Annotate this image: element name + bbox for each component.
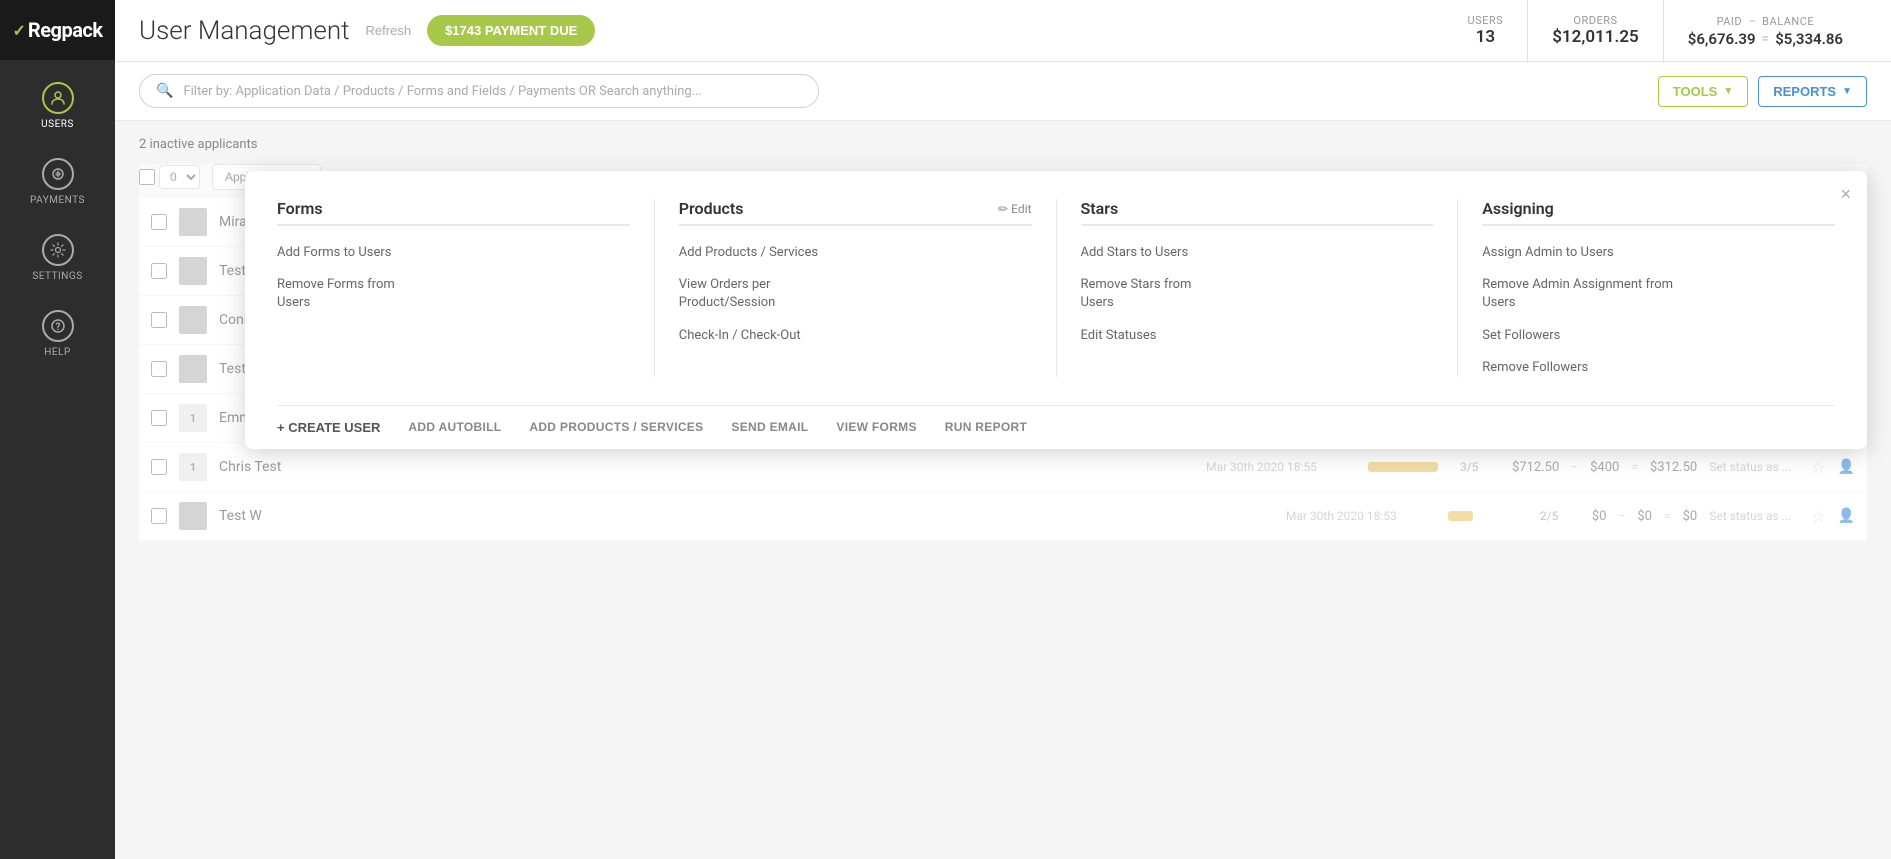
header-stats: USERS 13 ORDERS $12,011.25 PAID − BALANC…: [1443, 0, 1867, 61]
main-content: User Management Refresh $1743 PAYMENT DU…: [115, 0, 1891, 859]
sidebar: ✓ Regpack USERS: [0, 0, 115, 859]
search-bar-area: 🔍 Filter by: Application Data / Products…: [115, 62, 1891, 121]
search-placeholder: Filter by: Application Data / Products /…: [183, 84, 702, 99]
sidebar-logo: ✓ Regpack: [0, 0, 115, 60]
sidebar-nav: USERS PAYMENTS: [0, 68, 115, 372]
help-icon: ?: [42, 310, 74, 342]
remove-admin-item[interactable]: Remove Admin Assignment fromUsers: [1482, 276, 1835, 312]
send-email-button[interactable]: SEND EMAIL: [731, 420, 808, 434]
forms-header: Forms: [277, 199, 630, 226]
assign-admin-item[interactable]: Assign Admin to Users: [1482, 244, 1835, 262]
assigning-column: Assigning Assign Admin to Users Remove A…: [1457, 199, 1835, 377]
stars-column: Stars Add Stars to Users Remove Stars fr…: [1056, 199, 1458, 377]
sidebar-item-help[interactable]: ? HELP: [0, 296, 115, 372]
forms-column: Forms Add Forms to Users Remove Forms fr…: [277, 199, 654, 377]
products-column: Products ✏ Edit Add Products / Services …: [654, 199, 1056, 377]
create-user-button[interactable]: + CREATE USER: [277, 420, 380, 435]
paid-stat: PAID − BALANCE $6,676.39 = $5,334.86: [1663, 0, 1867, 61]
users-stat: USERS 13: [1443, 0, 1527, 61]
assigning-header: Assigning: [1482, 199, 1835, 226]
search-icon: 🔍: [156, 83, 173, 99]
view-orders-item[interactable]: View Orders perProduct/Session: [679, 276, 1032, 312]
edit-pencil-icon: ✏: [998, 202, 1008, 216]
add-products-item[interactable]: Add Products / Services: [679, 244, 1032, 262]
sidebar-item-settings[interactable]: SETTINGS: [0, 220, 115, 296]
add-stars-item[interactable]: Add Stars to Users: [1081, 244, 1434, 262]
sidebar-item-payments[interactable]: PAYMENTS: [0, 144, 115, 220]
orders-stat-label: ORDERS: [1573, 14, 1617, 27]
balance-stat-label: BALANCE: [1762, 15, 1814, 28]
forms-items: Add Forms to Users Remove Forms fromUser…: [277, 244, 630, 313]
users-stat-value: 13: [1476, 27, 1495, 47]
content-area: 2 inactive applicants 0 Application D: [115, 121, 1891, 859]
sidebar-item-label: SETTINGS: [32, 271, 82, 282]
tools-dropdown-arrow: ▼: [1723, 86, 1733, 97]
tools-button[interactable]: TOOLS ▼: [1658, 76, 1748, 107]
sidebar-item-users[interactable]: USERS: [0, 68, 115, 144]
tools-dropdown-panel: × Forms Add Forms to Users Remove Forms …: [245, 171, 1867, 449]
stars-items: Add Stars to Users Remove Stars fromUser…: [1081, 244, 1434, 345]
sidebar-item-label: HELP: [44, 347, 71, 358]
svg-text:?: ?: [55, 322, 60, 333]
remove-forms-item[interactable]: Remove Forms fromUsers: [277, 276, 630, 312]
stars-header: Stars: [1081, 199, 1434, 226]
users-icon: [42, 82, 74, 114]
actions-bar: + CREATE USER ADD AUTOBILL ADD PRODUCTS …: [277, 405, 1835, 449]
sidebar-item-label: USERS: [41, 119, 74, 130]
assigning-items: Assign Admin to Users Remove Admin Assig…: [1482, 244, 1835, 377]
remove-followers-item[interactable]: Remove Followers: [1482, 359, 1835, 377]
users-stat-label: USERS: [1467, 14, 1503, 27]
products-header: Products ✏ Edit: [679, 199, 1032, 226]
header-action-buttons: TOOLS ▼ REPORTS ▼: [1658, 76, 1867, 107]
inactive-label: 2 inactive applicants: [139, 137, 1867, 152]
forms-title: Forms: [277, 199, 323, 218]
assigning-title: Assigning: [1482, 199, 1554, 218]
products-edit-link[interactable]: ✏ Edit: [998, 202, 1031, 216]
remove-stars-item[interactable]: Remove Stars fromUsers: [1081, 276, 1434, 312]
orders-stat: ORDERS $12,011.25: [1527, 0, 1663, 61]
logo-check-icon: ✓: [13, 21, 26, 40]
settings-icon: [42, 234, 74, 266]
products-items: Add Products / Services View Orders perP…: [679, 244, 1032, 345]
products-title: Products: [679, 199, 744, 218]
balance-stat-value: $5,334.86: [1775, 30, 1843, 48]
refresh-button[interactable]: Refresh: [366, 23, 412, 38]
add-forms-item[interactable]: Add Forms to Users: [277, 244, 630, 262]
logo-text: Regpack: [28, 18, 103, 42]
add-products-button[interactable]: ADD PRODUCTS / SERVICES: [529, 420, 703, 434]
search-bar[interactable]: 🔍 Filter by: Application Data / Products…: [139, 74, 819, 108]
page-header: User Management Refresh $1743 PAYMENT DU…: [115, 0, 1891, 62]
sidebar-item-label: PAYMENTS: [30, 195, 85, 206]
run-report-button[interactable]: RUN REPORT: [945, 420, 1027, 434]
checkin-item[interactable]: Check-In / Check-Out: [679, 327, 1032, 345]
payment-due-button[interactable]: $1743 PAYMENT DUE: [427, 15, 595, 46]
close-button[interactable]: ×: [1840, 185, 1851, 203]
edit-statuses-item[interactable]: Edit Statuses: [1081, 327, 1434, 345]
reports-button[interactable]: REPORTS ▼: [1758, 76, 1867, 107]
view-forms-button[interactable]: VIEW FORMS: [836, 420, 916, 434]
reports-dropdown-arrow: ▼: [1842, 86, 1852, 97]
stars-title: Stars: [1081, 199, 1119, 218]
orders-stat-value: $12,011.25: [1552, 27, 1639, 47]
set-followers-item[interactable]: Set Followers: [1482, 327, 1835, 345]
paid-stat-label: PAID: [1717, 15, 1743, 28]
payments-icon: [42, 158, 74, 190]
add-autobill-button[interactable]: ADD AUTOBILL: [408, 420, 501, 434]
dropdown-columns: Forms Add Forms to Users Remove Forms fr…: [277, 199, 1835, 377]
paid-stat-value: $6,676.39: [1688, 30, 1756, 48]
page-title: User Management: [139, 16, 350, 46]
